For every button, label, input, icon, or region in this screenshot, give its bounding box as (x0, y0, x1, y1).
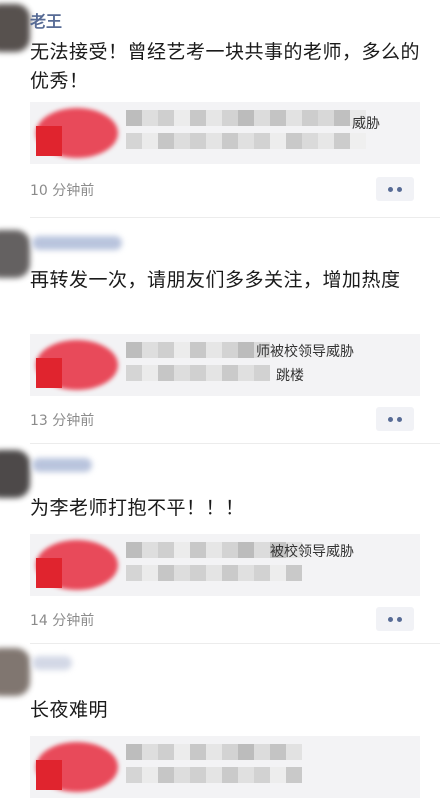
comment-item: 老王 无法接受！曾经艺考一块共事的老师，多么的优秀！ 威胁 10 分钟前 (0, 0, 440, 222)
comment-text: 再转发一次，请朋友们多多关注，增加热度 (30, 269, 401, 291)
link-thumbnail-square (36, 760, 62, 790)
comment-author-blurred[interactable] (32, 458, 92, 472)
pixelated-title (126, 342, 270, 388)
comment-time: 10 分钟前 (30, 183, 95, 199)
avatar[interactable] (0, 4, 30, 52)
link-card[interactable] (30, 736, 420, 798)
avatar[interactable] (0, 230, 30, 278)
pixelated-title (126, 110, 366, 156)
link-thumbnail-square (36, 558, 62, 588)
pixelated-title (126, 744, 302, 790)
comment-time: 14 分钟前 (30, 613, 95, 629)
comment-author-blurred[interactable] (32, 656, 72, 670)
comment-text: 为李老师打抱不平！！！ (30, 497, 245, 519)
more-dots-icon (388, 186, 393, 192)
comment-author-blurred[interactable] (32, 236, 122, 250)
more-button[interactable] (376, 407, 414, 431)
link-title-fragment: 师被校领导威胁 (256, 344, 354, 360)
link-thumbnail-square (36, 126, 62, 156)
link-title-fragment: 被校领导威胁 (270, 544, 354, 560)
link-card[interactable]: 被校领导威胁 (30, 534, 420, 596)
comment-time: 13 分钟前 (30, 413, 95, 429)
more-button[interactable] (376, 177, 414, 201)
more-button[interactable] (376, 607, 414, 631)
link-title-fragment: 威胁 (352, 116, 380, 132)
avatar[interactable] (0, 648, 30, 696)
link-title-fragment: 跳楼 (276, 368, 304, 384)
comment-item: 为李老师打抱不平！！！ 被校领导威胁 14 分钟前 (0, 444, 440, 644)
link-thumbnail-square (36, 358, 62, 388)
comment-text: 无法接受！曾经艺考一块共事的老师，多么的优秀！ (30, 41, 421, 92)
comment-text: 长夜难明 (30, 699, 109, 721)
comment-item: 长夜难明 (0, 644, 440, 798)
more-dots-icon (388, 616, 393, 622)
divider (30, 217, 440, 218)
link-card[interactable]: 师被校领导威胁 跳楼 (30, 334, 420, 396)
comment-author[interactable]: 老王 (30, 8, 62, 32)
link-card[interactable]: 威胁 (30, 102, 420, 164)
comment-item: 再转发一次，请朋友们多多关注，增加热度 师被校领导威胁 跳楼 13 分钟前 (0, 222, 440, 444)
avatar[interactable] (0, 450, 30, 498)
more-dots-icon (388, 416, 393, 422)
